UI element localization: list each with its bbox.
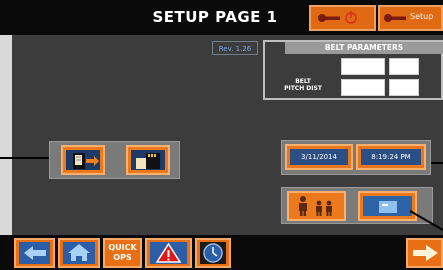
date-value: 3/11/2014: [290, 149, 348, 165]
id-card-icon: [379, 201, 397, 213]
users-icon: [299, 196, 332, 216]
clock-icon: [200, 242, 226, 264]
belt-pitch-dist-field[interactable]: [341, 79, 385, 96]
connector-line-diagonal: [410, 210, 443, 231]
clock-button[interactable]: [195, 238, 231, 268]
key-icon: [384, 14, 406, 22]
belt-param-field-1[interactable]: [341, 58, 385, 75]
quick-ops-button[interactable]: QUICK OPS: [103, 238, 142, 268]
users-button[interactable]: [287, 191, 346, 221]
time-button[interactable]: 8:19:24 PM: [356, 144, 426, 170]
card-export-button[interactable]: [61, 145, 105, 175]
sd-card-import-icon: [136, 153, 160, 169]
belt-pitch-dist-label: BELT PITCH DIST: [284, 78, 322, 92]
sd-card-export-icon: [73, 153, 99, 169]
belt-parameters-title: BELT PARAMETERS: [285, 42, 443, 54]
time-value: 8:19:24 PM: [361, 149, 421, 165]
card-import-button[interactable]: [126, 145, 170, 175]
date-button[interactable]: 3/11/2014: [285, 144, 353, 170]
home-button[interactable]: [58, 238, 100, 268]
belt-param-field-2[interactable]: [389, 58, 419, 75]
page-title: SETUP PAGE 1: [152, 8, 278, 26]
back-arrow-icon: [19, 242, 50, 264]
forward-arrow-icon: [413, 245, 438, 261]
alarm-button[interactable]: [145, 238, 192, 268]
connector-line-right: [431, 162, 443, 164]
power-button[interactable]: [309, 5, 376, 31]
home-icon: [63, 242, 95, 264]
quick-ops-label-1: QUICK: [108, 243, 137, 252]
belt-pitch-dist-unit-field[interactable]: [389, 79, 419, 96]
connector-line-left: [0, 157, 50, 159]
setup-button[interactable]: Setup: [378, 5, 443, 31]
revision-label: Rev. 1.26: [212, 41, 258, 55]
key-power-icon: [318, 11, 357, 24]
next-button[interactable]: [406, 238, 443, 268]
id-card-button[interactable]: [358, 191, 417, 221]
quick-ops-label-2: OPS: [113, 253, 132, 262]
back-button[interactable]: [14, 238, 55, 268]
warning-icon: [150, 242, 187, 264]
setup-label: Setup: [410, 12, 434, 21]
